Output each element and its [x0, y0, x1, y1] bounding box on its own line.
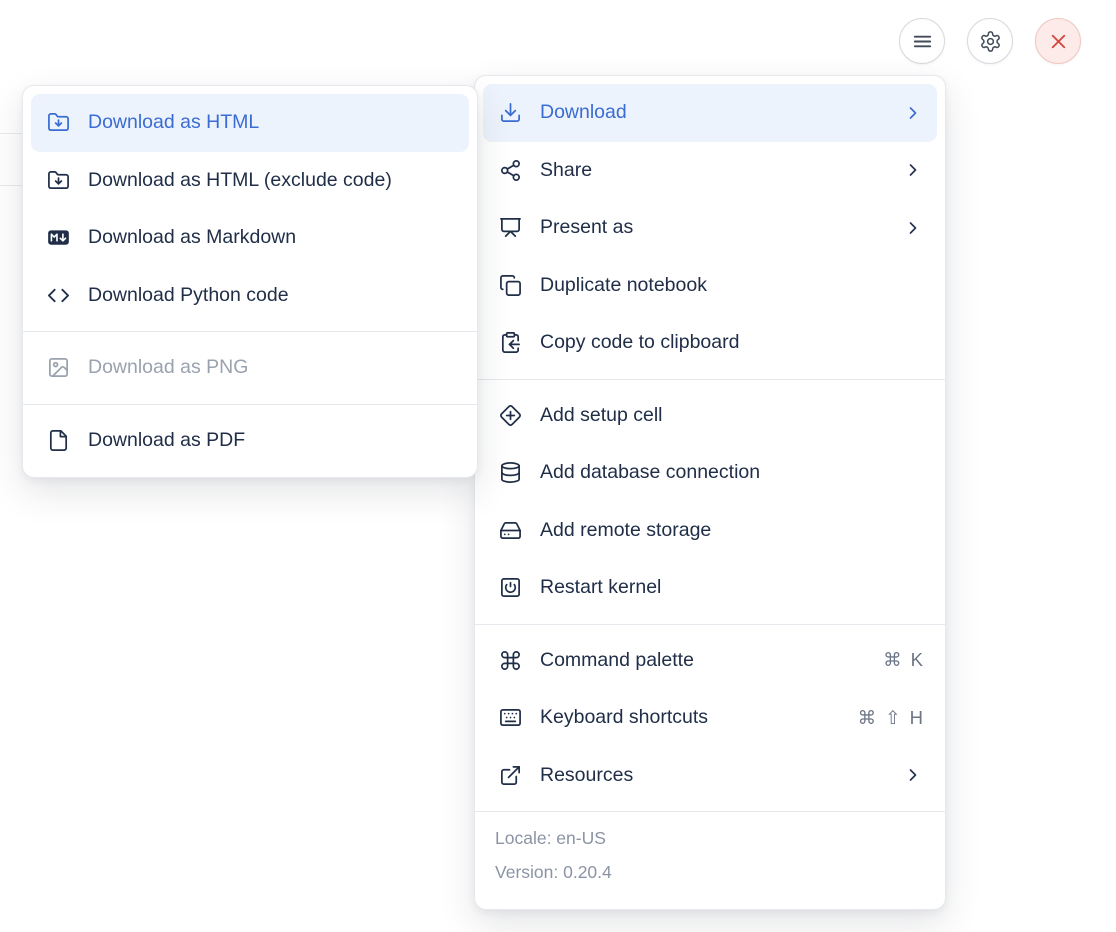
menu-item-label: Keyboard shortcuts: [540, 706, 846, 729]
share-icon: [499, 159, 522, 182]
menu-item-label: Share: [540, 159, 891, 182]
database-icon: [499, 461, 522, 484]
menu-item-add-database-connection[interactable]: Add database connection: [483, 444, 937, 502]
clipboard-copy-icon: [499, 331, 522, 354]
menu-item-copy-code-to-clipboard[interactable]: Copy code to clipboard: [483, 314, 937, 372]
menu-item-resources[interactable]: Resources: [483, 747, 937, 805]
menu-item-download-as-markdown[interactable]: Download as Markdown: [31, 209, 469, 267]
notebook-actions-menu: Download Share Present as Duplicate noteboo…: [474, 75, 946, 910]
shortcut-key: ⌘: [858, 707, 877, 729]
menu-item-label: Resources: [540, 764, 891, 787]
file-icon: [47, 429, 70, 452]
menu-item-duplicate-notebook[interactable]: Duplicate notebook: [483, 257, 937, 315]
keyboard-shortcut: ⌘ ⇧ H: [858, 707, 923, 729]
presentation-icon: [499, 216, 522, 239]
menu-item-add-remote-storage[interactable]: Add remote storage: [483, 502, 937, 560]
download-icon: [499, 101, 522, 124]
gear-icon: [979, 30, 1002, 53]
copy-icon: [499, 274, 522, 297]
menu-item-download-as-pdf[interactable]: Download as PDF: [31, 412, 469, 470]
shortcut-key: K: [911, 649, 923, 671]
menu-item-download-as-html-exclude-code[interactable]: Download as HTML (exclude code): [31, 152, 469, 210]
hard-drive-icon: [499, 519, 522, 542]
code-icon: [47, 284, 70, 307]
menu-item-label: Present as: [540, 216, 891, 239]
download-submenu: Download as HTML Download as HTML (exclud…: [22, 85, 478, 478]
image-icon: [47, 356, 70, 379]
close-button[interactable]: [1035, 18, 1081, 64]
menu-footer: Locale: en-USVersion: 0.20.4: [475, 811, 945, 901]
notebook-menu-button[interactable]: [899, 18, 945, 64]
menu-item-label: Download as PDF: [88, 429, 455, 452]
menu-item-command-palette[interactable]: Command palette⌘K: [483, 632, 937, 690]
menu-item-label: Add remote storage: [540, 519, 923, 542]
background-cell-border: [0, 133, 24, 134]
menu-item-share[interactable]: Share: [483, 142, 937, 200]
chevron-right-icon: [903, 160, 923, 180]
menu-separator: [475, 379, 945, 380]
version-label: Version: 0.20.4: [495, 855, 925, 889]
menu-separator: [23, 331, 477, 332]
chevron-right-icon: [903, 765, 923, 785]
menu-item-download-as-html[interactable]: Download as HTML: [31, 94, 469, 152]
close-icon: [1047, 30, 1070, 53]
menu-item-label: Copy code to clipboard: [540, 331, 923, 354]
menu-separator: [23, 404, 477, 405]
shortcut-key: ⌘: [883, 649, 902, 671]
menu-item-label: Duplicate notebook: [540, 274, 923, 297]
menu-item-restart-kernel[interactable]: Restart kernel: [483, 559, 937, 617]
external-link-icon: [499, 764, 522, 787]
menu-item-keyboard-shortcuts[interactable]: Keyboard shortcuts ⌘ ⇧ H: [483, 689, 937, 747]
keyboard-shortcut: ⌘K: [883, 649, 923, 671]
menu-item-label: Download as PNG: [88, 356, 455, 379]
menu-item-label: Download Python code: [88, 284, 455, 307]
hamburger-icon: [911, 30, 934, 53]
menu-item-label: Add database connection: [540, 461, 923, 484]
menu-item-label: Download as Markdown: [88, 226, 455, 249]
folder-download-icon: [47, 111, 70, 134]
command-icon: [499, 649, 522, 672]
settings-button[interactable]: [967, 18, 1013, 64]
folder-download-icon: [47, 169, 70, 192]
menu-separator: [475, 624, 945, 625]
menu-item-download-python-code[interactable]: Download Python code: [31, 267, 469, 325]
power-square-icon: [499, 576, 522, 599]
diamond-plus-icon: [499, 404, 522, 427]
top-right-toolbar: [899, 18, 1081, 64]
menu-item-label: Download as HTML (exclude code): [88, 169, 455, 192]
menu-item-label: Restart kernel: [540, 576, 923, 599]
background-cell-border: [0, 185, 24, 186]
menu-item-label: Add setup cell: [540, 404, 923, 427]
menu-item-label: Download: [540, 101, 891, 124]
chevron-right-icon: [903, 103, 923, 123]
menu-item-download[interactable]: Download: [483, 84, 937, 142]
keyboard-icon: [499, 706, 522, 729]
shortcut-key: H: [910, 707, 923, 729]
shortcut-key: ⇧: [885, 707, 901, 729]
marimo-notebook-overlay: Download as HTML Download as HTML (exclud…: [0, 0, 1116, 932]
menu-item-label: Command palette: [540, 649, 871, 672]
chevron-right-icon: [903, 218, 923, 238]
menu-item-label: Download as HTML: [88, 111, 455, 134]
menu-item-add-setup-cell[interactable]: Add setup cell: [483, 387, 937, 445]
menu-item-download-as-png: Download as PNG: [31, 339, 469, 397]
menu-item-present-as[interactable]: Present as: [483, 199, 937, 257]
locale-label: Locale: en-US: [495, 821, 925, 855]
markdown-download-icon: [47, 226, 70, 249]
